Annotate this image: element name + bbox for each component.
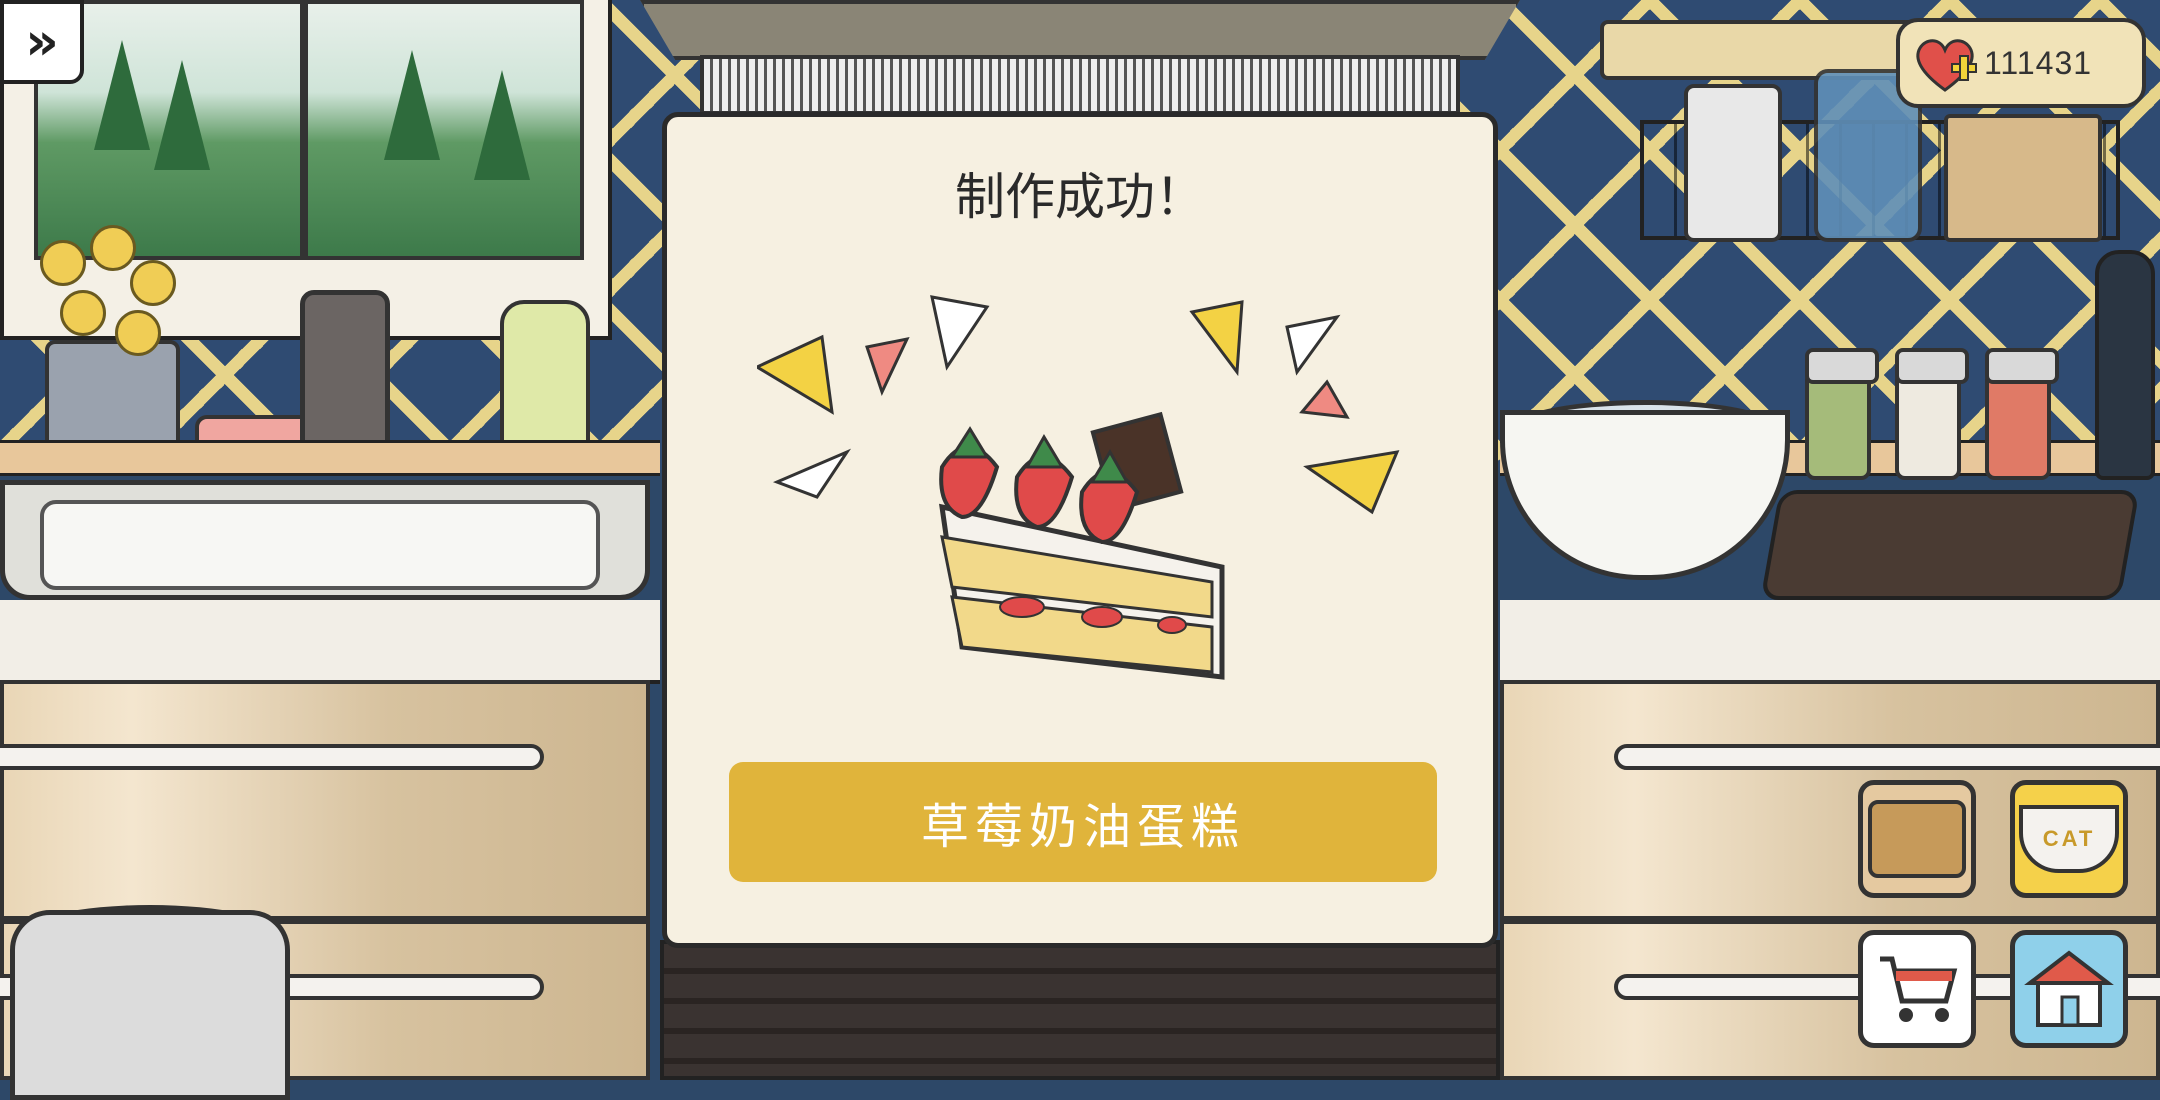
oven-door [660, 940, 1500, 1080]
dish-name-button[interactable]: 草莓奶油蛋糕 [729, 762, 1437, 882]
recipe-box-icon [1868, 800, 1966, 878]
spice-jar [1805, 348, 1879, 480]
oil-bottle [2095, 250, 2155, 480]
kitchen-window [0, 0, 612, 340]
flower [130, 260, 176, 306]
range-hood [640, 0, 1520, 60]
wire-shelf [1640, 69, 2120, 242]
shopping-cart-button[interactable] [1858, 930, 1976, 1048]
counter-edge-left [0, 600, 660, 684]
strawberry-cake-icon [939, 411, 1225, 680]
cat-bowl-label: CAT [2042, 826, 2096, 851]
flower [40, 240, 86, 286]
flower [90, 225, 136, 271]
cat-bowl-icon: CAT [2019, 805, 2119, 873]
flower [115, 310, 161, 356]
cabinet-drawer [0, 680, 650, 920]
shopping-cart-icon [1880, 956, 1958, 1022]
countertop-left [0, 440, 660, 476]
mixing-bowl [1500, 410, 1790, 580]
spice-jar [1985, 348, 2059, 480]
cooking-pot [10, 910, 290, 1100]
counter-edge-right [1500, 600, 2160, 684]
skip-forward-button[interactable]: » [0, 0, 84, 84]
recipe-box-button[interactable] [1858, 780, 1976, 898]
flower [60, 290, 106, 336]
range-hood-vent [700, 55, 1460, 115]
cat-food-button[interactable]: CAT [2010, 780, 2128, 898]
sink-basin [40, 500, 600, 590]
skip-forward-icon: » [25, 12, 59, 72]
shop-button[interactable] [2010, 930, 2128, 1048]
cutting-board [1760, 490, 2140, 600]
heart-plus-icon [1910, 28, 1980, 98]
shop-house-icon [2024, 950, 2114, 1027]
dialog-title: 制作成功！ [955, 168, 1205, 226]
spice-jar [1895, 348, 1969, 480]
currency-value: 111431 [1984, 44, 2093, 81]
heart-currency-counter[interactable]: 111431 [1896, 18, 2146, 108]
recipe-success-dialog: 制作成功！ 草莓奶油蛋糕 [662, 112, 1498, 948]
